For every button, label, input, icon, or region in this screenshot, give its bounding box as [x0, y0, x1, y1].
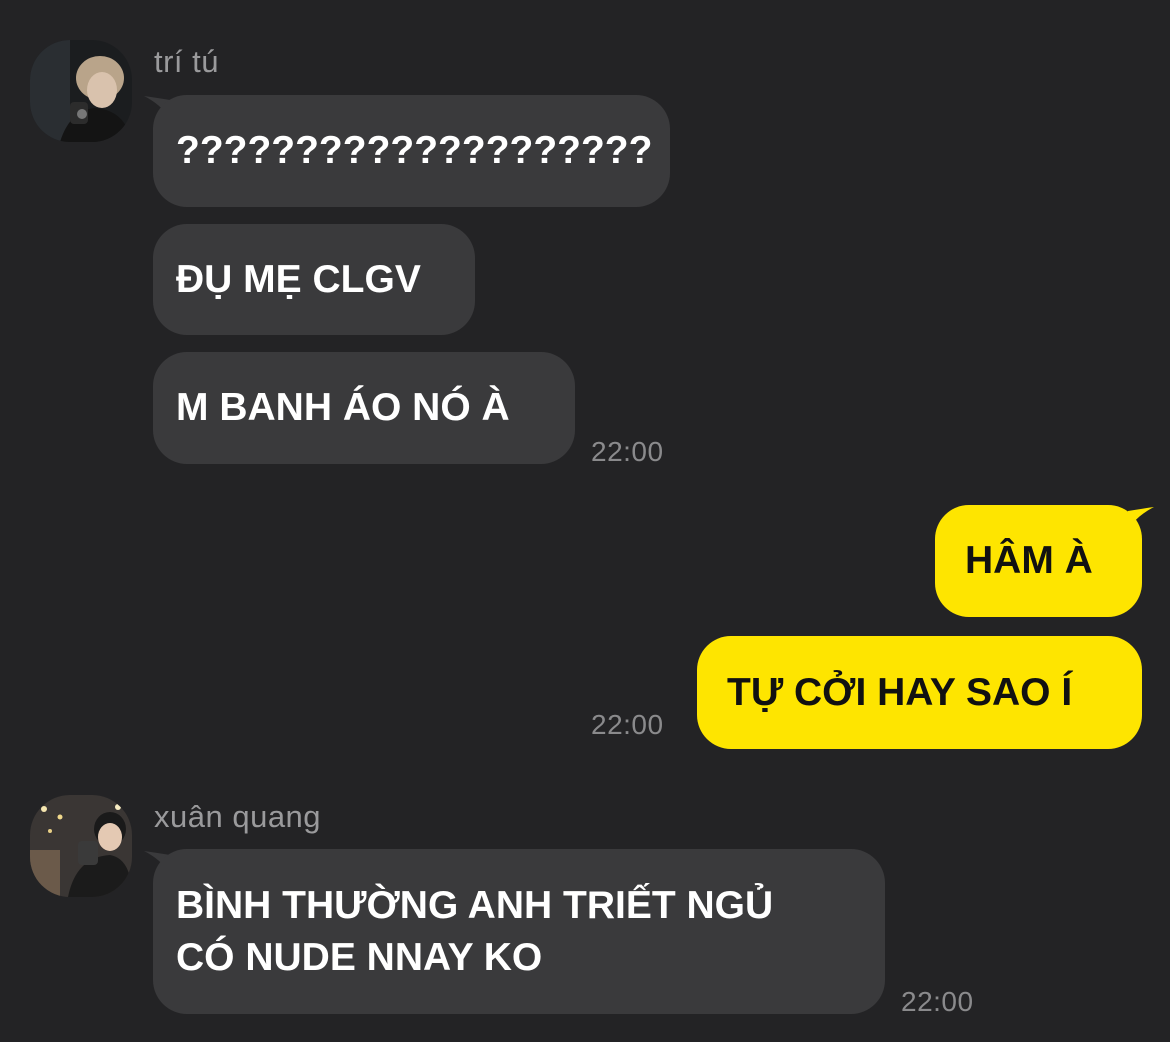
- message-bubble[interactable]: BÌNH THƯỜNG ANH TRIẾT NGỦ CÓ NUDE NNAY K…: [153, 849, 885, 1014]
- sender-name: xuân quang: [154, 799, 322, 834]
- user-photo-avatar-icon: [30, 40, 132, 142]
- message-timestamp: 22:00: [901, 986, 974, 1017]
- sender-name: trí tú: [154, 44, 220, 79]
- message-bubble-outgoing[interactable]: TỰ CỞI HAY SAO Í: [697, 636, 1142, 749]
- message-timestamp: 22:00: [591, 709, 664, 740]
- message-bubble[interactable]: ????????????????????: [153, 95, 670, 207]
- avatar-xuan-quang[interactable]: [30, 795, 132, 897]
- user-photo-avatar-icon: [30, 795, 132, 897]
- message-bubble[interactable]: ĐỤ MẸ CLGV: [153, 224, 475, 335]
- message-bubble[interactable]: M BANH ÁO NÓ À: [153, 352, 575, 464]
- message-timestamp: 22:00: [591, 436, 664, 467]
- avatar-tri-tu[interactable]: [30, 40, 132, 142]
- message-bubble-outgoing[interactable]: HÂM À: [935, 505, 1142, 617]
